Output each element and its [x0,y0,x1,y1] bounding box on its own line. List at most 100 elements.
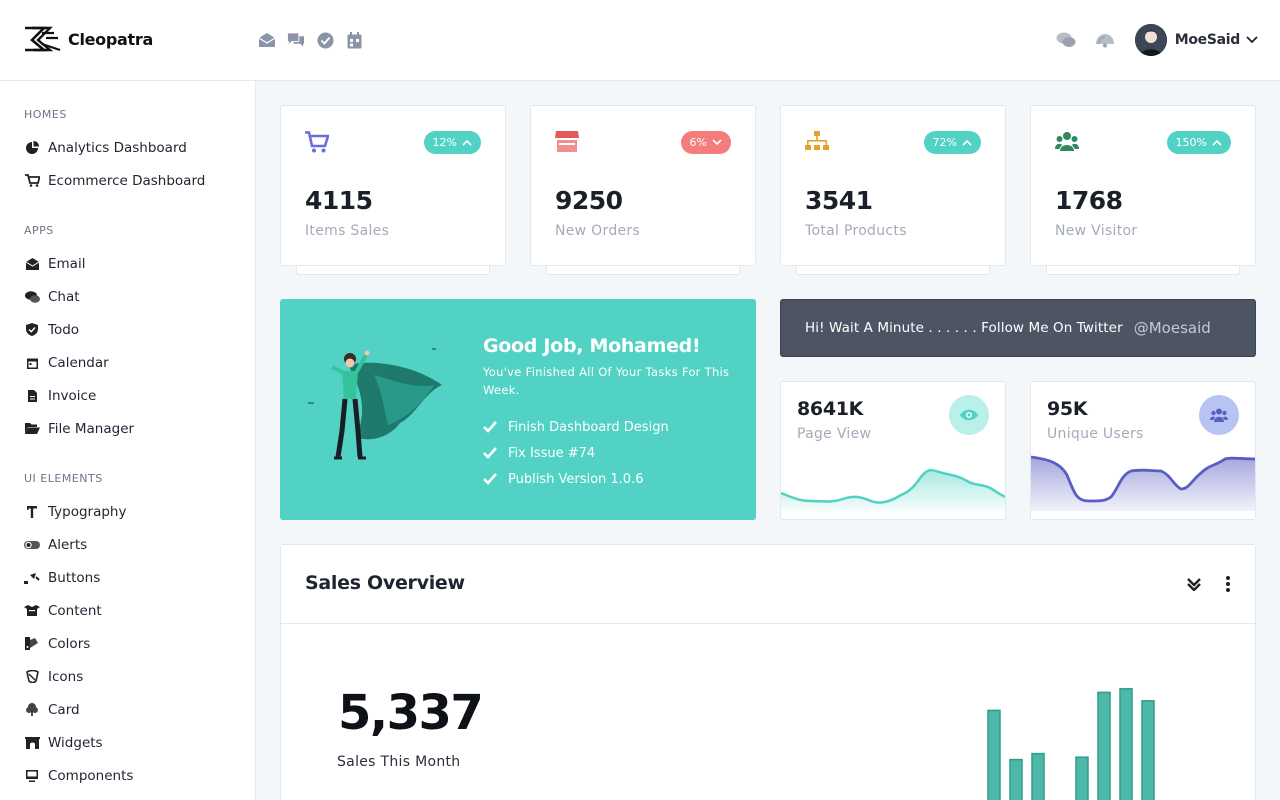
avatar [1134,24,1167,56]
calendar-icon [24,355,40,371]
sidebar-item-label: File Manager [48,420,135,437]
palette-icon [24,636,40,652]
congrats-title: Good Job, Mohamed! [483,335,701,357]
sidebar-item-label: Content [48,602,102,619]
user-name: MoeSaid [1174,32,1241,48]
sidebar-item-label: Buttons [48,569,101,586]
folder-open-icon [24,421,40,437]
stat-card-total-products: 72% 3541 Total Products [780,105,1006,266]
check-icon [483,447,497,459]
sidebar-item-label: Components [48,767,134,784]
mini-stat-label: Page View [797,426,872,442]
chevron-up-icon [962,139,972,146]
sidebar-item-chat[interactable]: Chat [0,280,255,313]
cart-icon [305,131,329,153]
stat-card-new-orders: 6% 9250 New Orders [530,105,756,266]
stat-card-items-sales: 12% 4115 Items Sales [280,105,506,266]
sidebar-item-label: Ecommerce Dashboard [48,172,206,189]
sales-overview-card: Sales Overview 5,337 Sales This Month [280,544,1256,800]
task-label: Publish Version 1.0.6 [508,471,644,487]
congrats-card: Good Job, Mohamed! You've Finished All O… [280,299,756,520]
vertical-ellipsis-icon [1226,576,1230,592]
brand[interactable]: Cleopatra [24,26,153,52]
twitter-banner: Hi! Wait A Minute . . . . . . Follow Me … [780,299,1256,357]
collapse-button[interactable] [1183,573,1205,595]
stat-label: Items Sales [305,223,390,239]
sidebar-item-label: Invoice [48,387,97,404]
todo-check-icon[interactable] [316,31,334,49]
trend-badge: 72% [923,131,981,154]
chevron-up-icon [462,139,472,146]
stat-label: Total Products [805,223,907,239]
twitter-handle-link[interactable]: @Moesaid [1134,319,1211,337]
task-label: Fix Issue #74 [508,445,596,461]
chevron-down-icon [712,139,722,146]
sidebar-item-label: Card [48,701,80,718]
sidebar-item-components[interactable]: Components [0,759,255,792]
task-item: Fix Issue #74 [483,440,669,466]
card-header: Sales Overview [281,545,1255,624]
sales-bar [1075,756,1089,800]
sidebar-item-calendar[interactable]: Calendar [0,346,255,379]
sales-bar [1097,691,1111,800]
users-icon [1055,132,1079,151]
more-options-button[interactable] [1217,573,1239,595]
sidebar: HOMES Analytics Dashboard Ecommerce Dash… [0,81,256,800]
sidebar-item-invoice[interactable]: Invoice [0,379,255,412]
nav-section-title: HOMES [24,108,67,121]
brand-name: Cleopatra [68,29,153,49]
nav-section-title: APPS [24,224,54,237]
stat-value: 4115 [305,186,373,215]
sidebar-item-content[interactable]: Content [0,594,255,627]
task-list: Finish Dashboard Design Fix Issue #74 Pu… [483,414,669,492]
shield-check-icon [24,322,40,338]
archway-icon [24,735,40,751]
sitemap-icon [805,131,829,150]
sidebar-item-analytics-dashboard[interactable]: Analytics Dashboard [0,131,255,164]
eye-icon [949,395,989,435]
double-chevron-down-icon [1187,578,1201,591]
hat-icon [24,669,40,685]
chevron-down-icon [1246,36,1258,44]
email-icon[interactable] [258,31,276,49]
trend-value: 6% [689,136,707,149]
page-view-sparkline [781,468,1005,511]
unique-users-card: 95K Unique Users [1030,381,1256,520]
stat-label: New Orders [555,223,641,239]
sidebar-item-label: Email [48,255,86,272]
task-item: Finish Dashboard Design [483,414,669,440]
congrats-subtitle: You've Finished All Of Your Tasks For Th… [483,365,730,397]
toggle-icon [24,537,40,553]
sidebar-item-ecommerce-dashboard[interactable]: Ecommerce Dashboard [0,164,255,197]
notifications-icon[interactable] [1094,29,1116,51]
sidebar-item-card[interactable]: Card [0,693,255,726]
sidebar-item-icons[interactable]: Icons [0,660,255,693]
sidebar-item-colors[interactable]: Colors [0,627,255,660]
stat-label: New Visitor [1055,223,1138,239]
sales-overview-title: Sales Overview [305,572,465,594]
messages-icon[interactable] [1055,29,1077,51]
page-view-card: 8641K Page View [780,381,1006,520]
sales-bar [1141,700,1155,800]
sales-bar-chart [987,688,1155,800]
unique-users-sparkline [1031,455,1255,511]
sidebar-item-file-manager[interactable]: File Manager [0,412,255,445]
cart-icon [24,173,40,189]
user-menu[interactable]: MoeSaid [1134,24,1258,56]
top-app-shortcuts [258,31,363,49]
calendar-icon[interactable] [345,31,363,49]
sidebar-item-label: Alerts [48,536,88,553]
sidebar-item-alerts[interactable]: Alerts [0,528,255,561]
sidebar-item-buttons[interactable]: Buttons [0,561,255,594]
task-item: Publish Version 1.0.6 [483,466,669,492]
sidebar-item-typography[interactable]: Typography [0,495,255,528]
box-icon [24,603,40,619]
superhero-illustration [308,348,442,460]
mini-stat-value: 8641K [797,398,864,420]
sidebar-item-widgets[interactable]: Widgets [0,726,255,759]
sidebar-item-todo[interactable]: Todo [0,313,255,346]
sidebar-item-email[interactable]: Email [0,247,255,280]
chat-icon[interactable] [287,31,305,49]
sales-bar [1009,758,1023,800]
sidebar-item-label: Chat [48,288,80,305]
